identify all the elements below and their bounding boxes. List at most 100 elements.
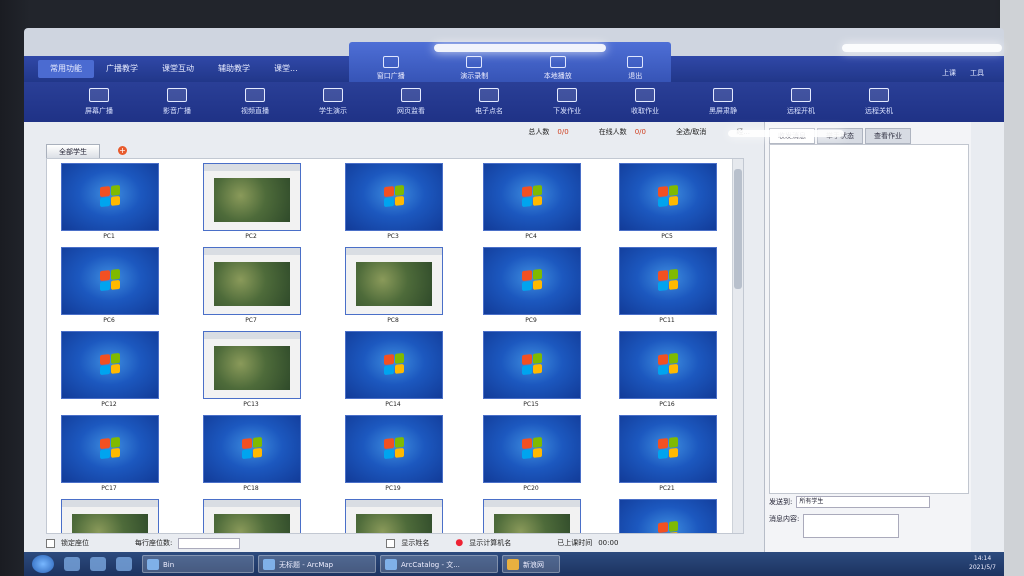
popup-window-broadcast[interactable]: 窗口广播 — [377, 56, 405, 81]
task-arccatalog[interactable]: ArcCatalog - 文... — [380, 555, 498, 573]
popup-exit[interactable]: 退出 — [627, 56, 644, 81]
student-tile[interactable]: PC16 — [619, 331, 719, 408]
student-tile[interactable]: PC6 — [61, 247, 161, 324]
send-to-select[interactable]: 所有学生 — [796, 496, 931, 508]
student-tile[interactable]: PC17 — [61, 415, 161, 492]
student-tile[interactable]: PC11 — [619, 247, 719, 324]
grid-scrollbar[interactable] — [732, 159, 743, 533]
menu-tab-interaction[interactable]: 课堂互动 — [150, 60, 206, 78]
student-tile[interactable]: PC20 — [483, 415, 583, 492]
explorer-icon[interactable] — [90, 557, 106, 571]
student-tile[interactable]: PC13 — [203, 331, 303, 408]
student-tile[interactable] — [483, 499, 583, 533]
menu-tab-class[interactable]: 课堂... — [262, 60, 310, 78]
student-screen-thumbnail[interactable] — [61, 499, 159, 533]
student-tile[interactable]: PC4 — [483, 163, 583, 240]
browser-icon[interactable] — [64, 557, 80, 571]
popup-local-play[interactable]: 本地播放 — [544, 56, 572, 81]
student-screen-thumbnail[interactable] — [483, 331, 581, 399]
tool-screen-broadcast[interactable]: 屏幕广播 — [60, 82, 138, 122]
task-bin[interactable]: Bin — [142, 555, 254, 573]
menu-tab-common[interactable]: 常用功能 — [38, 60, 94, 78]
tab-view-homework[interactable]: 查看作业 — [865, 128, 911, 144]
tool-media-broadcast[interactable]: 影音广播 — [138, 82, 216, 122]
student-screen-thumbnail[interactable] — [345, 163, 443, 231]
task-arcmap[interactable]: 无标题 - ArcMap — [258, 555, 376, 573]
class-start-button[interactable]: 上课 — [942, 68, 956, 78]
student-tile[interactable]: PC9 — [483, 247, 583, 324]
student-screen-thumbnail[interactable] — [61, 247, 159, 315]
student-tile[interactable] — [619, 499, 719, 533]
student-tile[interactable]: PC1 — [61, 163, 161, 240]
student-screen-thumbnail[interactable] — [345, 331, 443, 399]
student-screen-thumbnail[interactable] — [483, 415, 581, 483]
select-all-toggle[interactable]: 全选/取消 — [676, 127, 706, 137]
student-screen-thumbnail[interactable] — [619, 415, 717, 483]
student-screen-thumbnail[interactable] — [619, 163, 717, 231]
student-screen-thumbnail[interactable] — [483, 163, 581, 231]
student-screen-thumbnail[interactable] — [483, 499, 581, 533]
student-tile[interactable] — [345, 499, 445, 533]
tool-roll-call[interactable]: 电子点名 — [450, 82, 528, 122]
student-tile[interactable]: PC7 — [203, 247, 303, 324]
show-name-label: 显示姓名 — [401, 539, 430, 547]
start-button-icon[interactable] — [32, 555, 54, 573]
student-screen-thumbnail[interactable] — [61, 331, 159, 399]
student-screen-thumbnail[interactable] — [345, 247, 443, 315]
student-screen-thumbnail[interactable] — [61, 415, 159, 483]
menu-tab-assist[interactable]: 辅助教学 — [206, 60, 262, 78]
student-tile[interactable]: PC15 — [483, 331, 583, 408]
student-screen-thumbnail[interactable] — [619, 499, 717, 533]
show-pc-radio[interactable]: ● — [455, 538, 463, 548]
windows-logo-icon — [242, 436, 262, 460]
student-tile[interactable]: PC19 — [345, 415, 445, 492]
menu-tab-broadcast[interactable]: 广播教学 — [94, 60, 150, 78]
tool-student-demo[interactable]: 学生演示 — [294, 82, 372, 122]
show-name-checkbox[interactable] — [386, 538, 396, 548]
tool-video-live[interactable]: 视频直播 — [216, 82, 294, 122]
student-screen-thumbnail[interactable] — [619, 247, 717, 315]
lock-seat-checkbox[interactable] — [46, 538, 55, 548]
scrollbar-thumb[interactable] — [734, 169, 742, 289]
tool-remote-power-on[interactable]: 远程开机 — [762, 82, 840, 122]
student-tile[interactable]: PC21 — [619, 415, 719, 492]
message-input[interactable] — [803, 514, 900, 538]
student-tile[interactable]: PC18 — [203, 415, 303, 492]
student-screen-thumbnail[interactable] — [203, 499, 301, 533]
student-tile[interactable]: PC12 — [61, 331, 161, 408]
system-tray-clock[interactable]: 14:14 2021/5/7 — [969, 554, 996, 572]
student-screen-thumbnail[interactable] — [345, 415, 443, 483]
student-tile[interactable]: PC5 — [619, 163, 719, 240]
task-sina[interactable]: 新浪网 — [502, 555, 560, 573]
student-screen-thumbnail[interactable] — [483, 247, 581, 315]
student-screen-thumbnail[interactable] — [203, 331, 301, 399]
group-tab-all-students[interactable]: 全部学生 — [46, 144, 100, 159]
media-player-icon[interactable] — [116, 557, 132, 571]
student-tile[interactable] — [203, 499, 303, 533]
tool-send-homework[interactable]: 下发作业 — [528, 82, 606, 122]
popup-record[interactable]: 演示录制 — [460, 56, 488, 81]
map-view — [494, 514, 570, 533]
tool-remote-power-off[interactable]: 远程关机 — [840, 82, 918, 122]
student-screen-thumbnail[interactable] — [345, 499, 443, 533]
add-group-icon[interactable]: + — [118, 146, 127, 155]
window-icon — [382, 56, 399, 68]
student-screen-thumbnail[interactable] — [203, 415, 301, 483]
tool-black-screen[interactable]: 黑屏肃静 — [684, 82, 762, 122]
tool-collect-homework[interactable]: 收取作业 — [606, 82, 684, 122]
right-panel: 收发消息 举手状态 查看作业 发送到: 所有学生 消息内容: — [764, 122, 971, 554]
student-tile[interactable] — [61, 499, 161, 533]
tools-button[interactable]: 工具 — [970, 68, 984, 78]
student-screen-thumbnail[interactable] — [203, 247, 301, 315]
student-screen-thumbnail[interactable] — [619, 331, 717, 399]
arcmap-icon — [263, 559, 275, 570]
student-screen-thumbnail[interactable] — [61, 163, 159, 231]
student-tile[interactable]: PC14 — [345, 331, 445, 408]
student-tile[interactable]: PC3 — [345, 163, 445, 240]
per-row-input[interactable] — [178, 537, 241, 549]
tool-web-monitor[interactable]: 网页监看 — [372, 82, 450, 122]
student-tile[interactable]: PC8 — [345, 247, 445, 324]
windows-logo-icon — [100, 436, 120, 460]
student-tile[interactable]: PC2 — [203, 163, 303, 240]
student-screen-thumbnail[interactable] — [203, 163, 301, 231]
